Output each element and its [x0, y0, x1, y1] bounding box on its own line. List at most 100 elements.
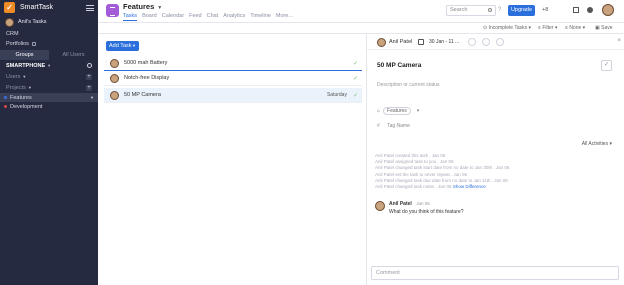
notification-count[interactable]: +8	[542, 7, 548, 13]
sidebar-item-label: Portfolios	[6, 41, 29, 47]
project-color-dot	[4, 96, 7, 99]
task-row[interactable]: 50 MP Camera Saturday ✓	[104, 88, 362, 103]
subtask-icon[interactable]	[482, 38, 490, 46]
task-title[interactable]: 50 MP Camera	[377, 62, 421, 69]
home-icon: ⌂	[377, 108, 381, 114]
activity-filter-dropdown[interactable]: All Activities ▾	[582, 141, 612, 147]
group-label: None	[569, 25, 582, 31]
avatar[interactable]	[110, 73, 119, 83]
chevron-down-icon[interactable]: ▼	[90, 95, 94, 100]
task-row[interactable]: Notch-free Display ✓	[104, 71, 362, 86]
workspace-selector[interactable]: SMARTPHONE ▼	[0, 60, 98, 71]
chevron-down-icon: ▼	[47, 63, 52, 68]
users-section-label: Users	[6, 73, 21, 80]
comment-text: What do you think of this feature?	[389, 209, 464, 215]
comment-author: Anil Patel	[389, 201, 412, 207]
incomplete-tasks-filter[interactable]: ⊙ Incomplete Tasks ▾	[483, 25, 531, 31]
tab-timeline[interactable]: Timeline	[250, 13, 271, 21]
project-icon	[106, 4, 119, 17]
task-name[interactable]: Notch-free Display	[124, 75, 353, 81]
tag-row[interactable]: # Tag Name	[377, 123, 410, 129]
description-field[interactable]: Description or current status	[377, 82, 440, 88]
activity-item: Anil Patel changed task notes . Jan 06 S…	[375, 184, 615, 190]
add-task-button[interactable]: Add Task ▼	[106, 41, 139, 51]
search-placeholder: Search	[450, 7, 468, 13]
sidebar-item-crm[interactable]: CRM	[0, 29, 98, 39]
top-header: Features ▼ Tasks Board Calendar Feed Chat…	[98, 0, 624, 23]
task-name[interactable]: 50 MP Camera	[124, 92, 327, 98]
show-difference-link[interactable]: Show Difference	[453, 184, 486, 189]
search-icon	[488, 8, 492, 12]
avatar[interactable]	[377, 38, 386, 47]
group-by-dropdown[interactable]: ≡ None ▾	[565, 25, 585, 31]
search-input[interactable]: Search	[446, 5, 496, 16]
avatar[interactable]	[110, 58, 119, 68]
upgrade-button[interactable]: Upgrade	[508, 5, 535, 16]
add-project-button[interactable]: +	[86, 84, 92, 91]
detail-header: Anil Patel 30 Jan - 11 ... ×	[367, 34, 624, 50]
comment-input[interactable]: Comment	[371, 266, 619, 280]
check-icon[interactable]: ✓	[353, 60, 358, 67]
user-icon[interactable]	[587, 7, 593, 13]
my-tasks-label: Anil's Tasks	[18, 19, 47, 25]
chevron-down-icon[interactable]: ▾	[417, 108, 420, 114]
projects-section-label: Projects	[6, 84, 26, 91]
calendar-icon[interactable]	[418, 39, 424, 45]
task-name[interactable]: 5000 mah Battery	[124, 60, 353, 66]
filter-label: Filter	[542, 25, 554, 31]
help-icon[interactable]: ?	[498, 7, 501, 13]
tab-feed[interactable]: Feed	[189, 13, 202, 21]
project-pill[interactable]: Features	[383, 107, 411, 115]
sidebar-tabs: Groups All Users	[0, 50, 98, 60]
chevron-down-icon[interactable]: ▼	[22, 74, 26, 79]
hash-icon: #	[377, 123, 380, 129]
tab-all-users[interactable]: All Users	[49, 50, 98, 60]
tab-analytics[interactable]: Analytics	[223, 13, 245, 21]
sidebar: ✓ SmartTask Anil's Tasks CRM Portfolios …	[0, 0, 98, 285]
drag-handle-icon[interactable]: ⋮	[104, 60, 109, 66]
chevron-down-icon[interactable]: ▼	[28, 85, 32, 90]
tag-name-input[interactable]: Tag Name	[387, 123, 410, 129]
chevron-down-icon[interactable]: ▼	[157, 5, 162, 11]
smarttask-logo[interactable]: ✓	[4, 2, 15, 13]
filter-dropdown[interactable]: ≡ Filter ▾	[538, 25, 557, 31]
tab-chat[interactable]: Chat	[207, 13, 219, 21]
tab-board[interactable]: Board	[142, 13, 157, 21]
close-icon[interactable]: ×	[617, 38, 621, 44]
comment-item: Anil Patel Jan 06 What do you think of t…	[375, 201, 464, 215]
project-label: Development	[10, 103, 43, 110]
task-row[interactable]: ⋮ 5000 mah Battery ✓	[104, 56, 362, 71]
sidebar-item-portfolios[interactable]: Portfolios	[0, 39, 98, 49]
tab-more[interactable]: More...	[276, 13, 293, 21]
tab-tasks[interactable]: Tasks	[123, 13, 138, 21]
menu-icon[interactable]	[86, 4, 94, 11]
more-options-icon[interactable]	[496, 38, 504, 46]
filter-bar: ⊙ Incomplete Tasks ▾ ≡ Filter ▾ ≡ None ▾…	[98, 23, 624, 34]
my-tasks-item[interactable]: Anil's Tasks	[0, 15, 98, 29]
check-icon[interactable]: ✓	[353, 92, 358, 99]
avatar[interactable]	[110, 90, 119, 100]
sidebar-item-development[interactable]: Development	[0, 102, 98, 111]
view-tabs: Tasks Board Calendar Feed Chat Analytics…	[123, 13, 293, 21]
avatar[interactable]	[602, 4, 614, 16]
check-icon[interactable]: ✓	[353, 75, 358, 82]
assignee-name[interactable]: Anil Patel	[389, 39, 412, 45]
incomplete-label: Incomplete Tasks	[488, 25, 528, 31]
task-due-date[interactable]: Saturday	[327, 92, 347, 98]
sidebar-item-features[interactable]: Features ▼	[0, 93, 98, 102]
apps-grid-icon[interactable]	[573, 7, 579, 13]
project-label: Features	[10, 94, 32, 101]
save-button[interactable]: ▣ Save	[595, 25, 613, 31]
tab-groups[interactable]: Groups	[0, 50, 49, 60]
chevron-down-icon[interactable]: ▼	[132, 41, 136, 51]
add-user-button[interactable]: +	[86, 73, 92, 80]
date-range[interactable]: 30 Jan - 11 ...	[429, 39, 459, 45]
activity-log: Anil Patel created this task . Jan 06 An…	[375, 153, 615, 190]
users-section: Users ▼ +	[0, 71, 98, 82]
complete-task-button[interactable]: ✓	[601, 60, 612, 71]
comment-author-row: Anil Patel Jan 06	[389, 201, 464, 207]
gear-icon[interactable]	[87, 63, 92, 68]
page-title[interactable]: Features ▼	[123, 2, 162, 11]
attach-icon[interactable]	[468, 38, 476, 46]
tab-calendar[interactable]: Calendar	[162, 13, 184, 21]
